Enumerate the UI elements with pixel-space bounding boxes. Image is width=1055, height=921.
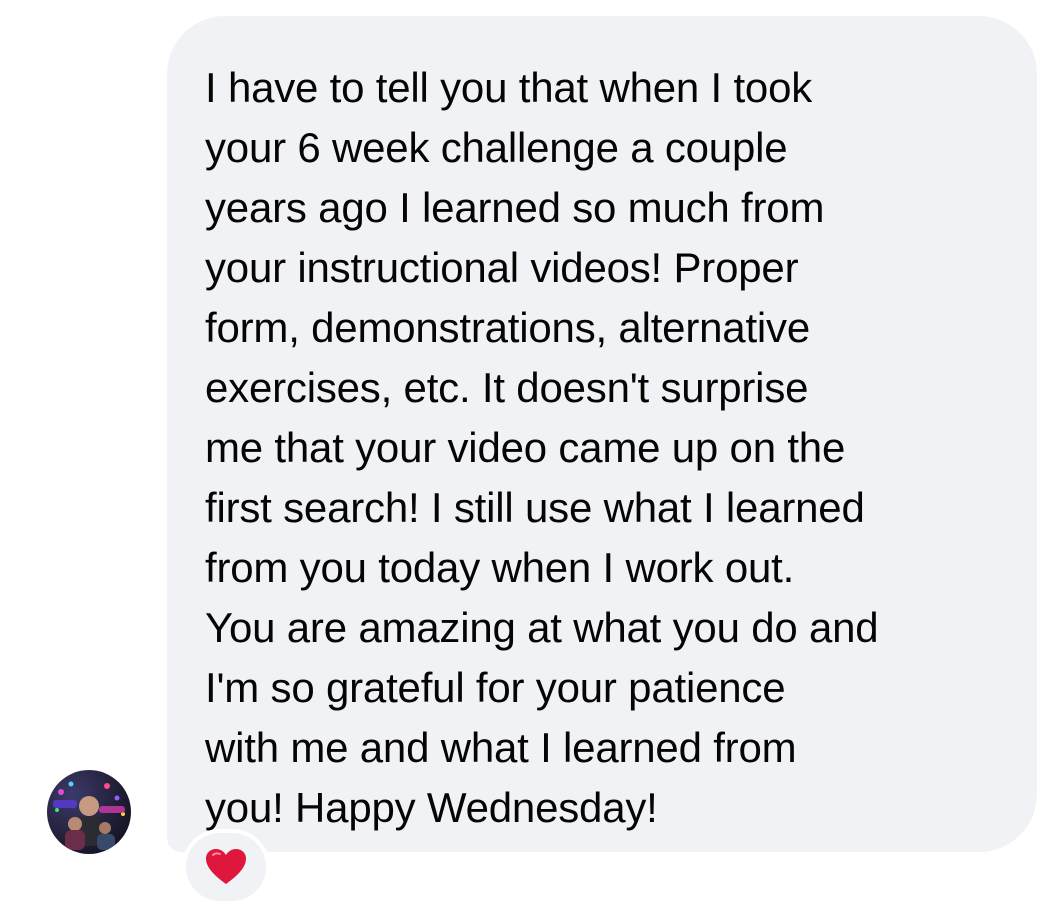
message-line: your instructional videos! Proper xyxy=(205,244,799,291)
message-line: me that your video came up on the xyxy=(205,424,846,471)
message-line: I have to tell you that when I took xyxy=(205,64,813,111)
message-line: your 6 week challenge a couple xyxy=(205,124,788,171)
message-text: I have to tell you that when I took your… xyxy=(205,58,1017,838)
message-line: You are amazing at what you do and xyxy=(205,604,879,651)
message-thread: I have to tell you that when I took your… xyxy=(0,0,1055,921)
message-line: form, demonstrations, alternative xyxy=(205,304,811,351)
sender-avatar[interactable] xyxy=(47,770,131,854)
message-line: I'm so grateful for your patience xyxy=(205,664,786,711)
message-line: with me and what I learned from xyxy=(205,724,797,771)
message-bubble[interactable]: I have to tell you that when I took your… xyxy=(167,16,1037,852)
profile-photo-icon xyxy=(53,781,125,850)
message-line: from you today when I work out. xyxy=(205,544,795,591)
message-line: years ago I learned so much from xyxy=(205,184,825,231)
message-line: exercises, etc. It doesn't surprise xyxy=(205,364,809,411)
message-line: you! Happy Wednesday! xyxy=(205,784,658,831)
reaction-badge[interactable] xyxy=(182,829,270,905)
message-line: first search! I still use what I learned xyxy=(205,484,865,531)
heart-icon xyxy=(206,849,246,884)
